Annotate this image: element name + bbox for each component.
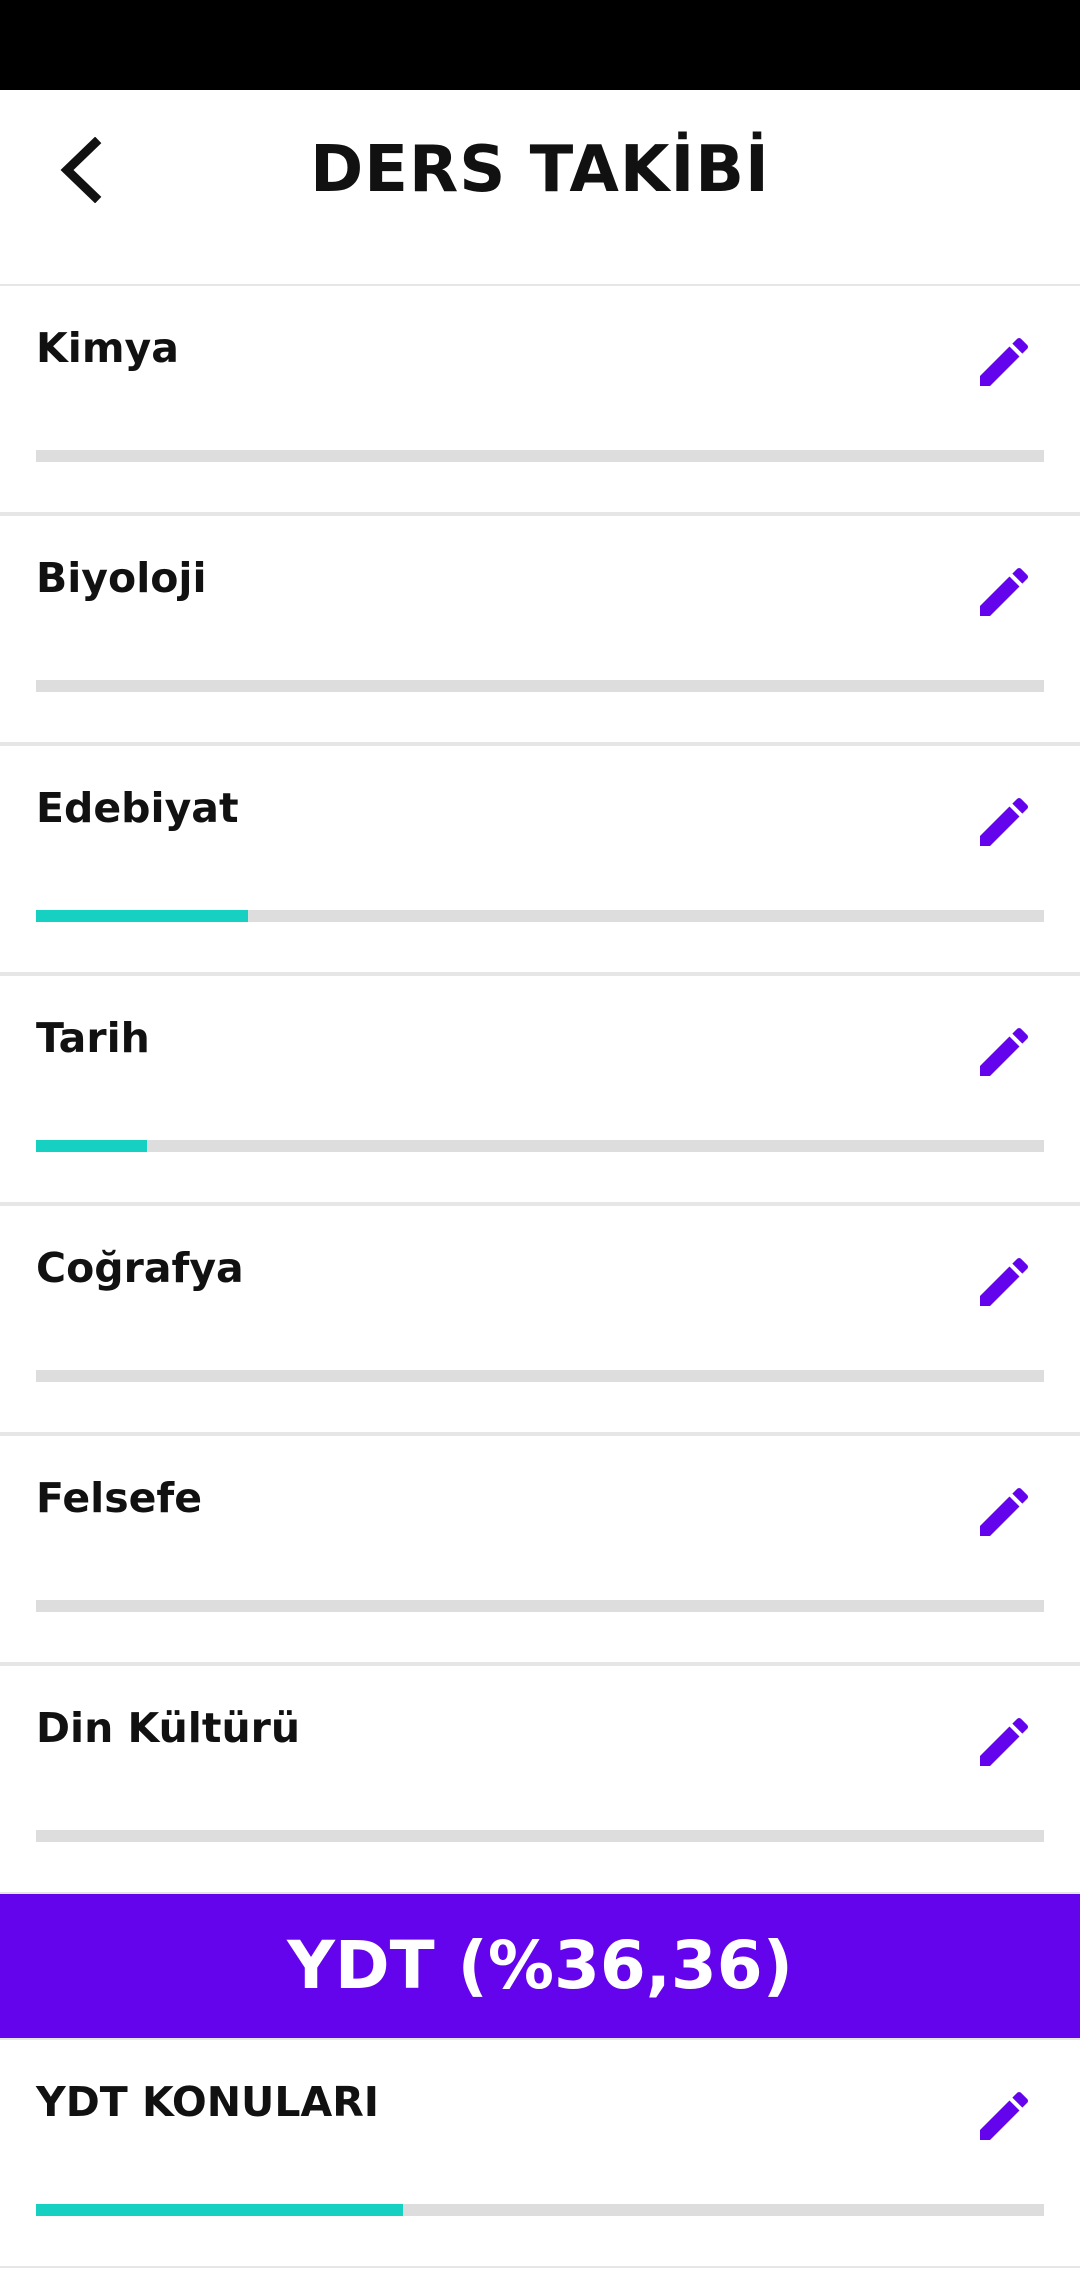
subject-label: Edebiyat [36, 784, 239, 832]
progress-fill [36, 2204, 403, 2216]
subject-card-edebiyat[interactable]: Edebiyat [0, 744, 1080, 974]
pencil-icon [980, 1257, 1029, 1306]
subject-card-cografya[interactable]: Coğrafya [0, 1204, 1080, 1434]
subject-label: Biyoloji [36, 554, 207, 602]
progress-track [36, 1600, 1044, 1612]
subject-card-ydt-konulari[interactable]: YDT KONULARI [0, 2038, 1080, 2268]
edit-button[interactable] [964, 1702, 1044, 1782]
pencil-icon [980, 1487, 1029, 1536]
progress-track [36, 680, 1044, 692]
edit-button[interactable] [964, 552, 1044, 632]
progress-track [36, 2204, 1044, 2216]
subject-list: Kimya Biyoloji Edebiyat Tarih Coğrafya F… [0, 284, 1080, 2268]
pencil-icon [980, 337, 1029, 386]
ydt-section-banner[interactable]: YDT (%36,36) [0, 1894, 1080, 2038]
progress-fill [36, 1140, 147, 1152]
chevron-left-icon [60, 137, 102, 203]
subject-card-biyoloji[interactable]: Biyoloji [0, 514, 1080, 744]
progress-track [36, 1140, 1044, 1152]
progress-track [36, 1830, 1044, 1842]
edit-button[interactable] [964, 322, 1044, 402]
subject-label: Felsefe [36, 1474, 203, 1522]
edit-button[interactable] [964, 1242, 1044, 1322]
progress-track [36, 910, 1044, 922]
pencil-icon [980, 2091, 1029, 2140]
subject-label: Coğrafya [36, 1244, 244, 1292]
subject-label: YDT KONULARI [36, 2078, 380, 2126]
pencil-icon [980, 1027, 1029, 1076]
subject-card-felsefe[interactable]: Felsefe [0, 1434, 1080, 1664]
progress-fill [36, 910, 248, 922]
back-button[interactable] [40, 130, 120, 210]
edit-button[interactable] [964, 782, 1044, 862]
status-bar [0, 0, 1080, 90]
pencil-icon [980, 567, 1029, 616]
subject-card-kimya[interactable]: Kimya [0, 284, 1080, 514]
subject-label: Tarih [36, 1014, 150, 1062]
app-header: DERS TAKİBİ [0, 90, 1080, 284]
subject-card-tarih[interactable]: Tarih [0, 974, 1080, 1204]
progress-track [36, 450, 1044, 462]
edit-button[interactable] [964, 1012, 1044, 1092]
subject-label: Kimya [36, 324, 179, 372]
edit-button[interactable] [964, 1472, 1044, 1552]
pencil-icon [980, 797, 1029, 846]
edit-button[interactable] [964, 2076, 1044, 2156]
progress-track [36, 1370, 1044, 1382]
subject-card-din-kulturu[interactable]: Din Kültürü [0, 1664, 1080, 1894]
pencil-icon [980, 1717, 1029, 1766]
subject-label: Din Kültürü [36, 1704, 301, 1752]
page-title: DERS TAKİBİ [310, 133, 770, 207]
